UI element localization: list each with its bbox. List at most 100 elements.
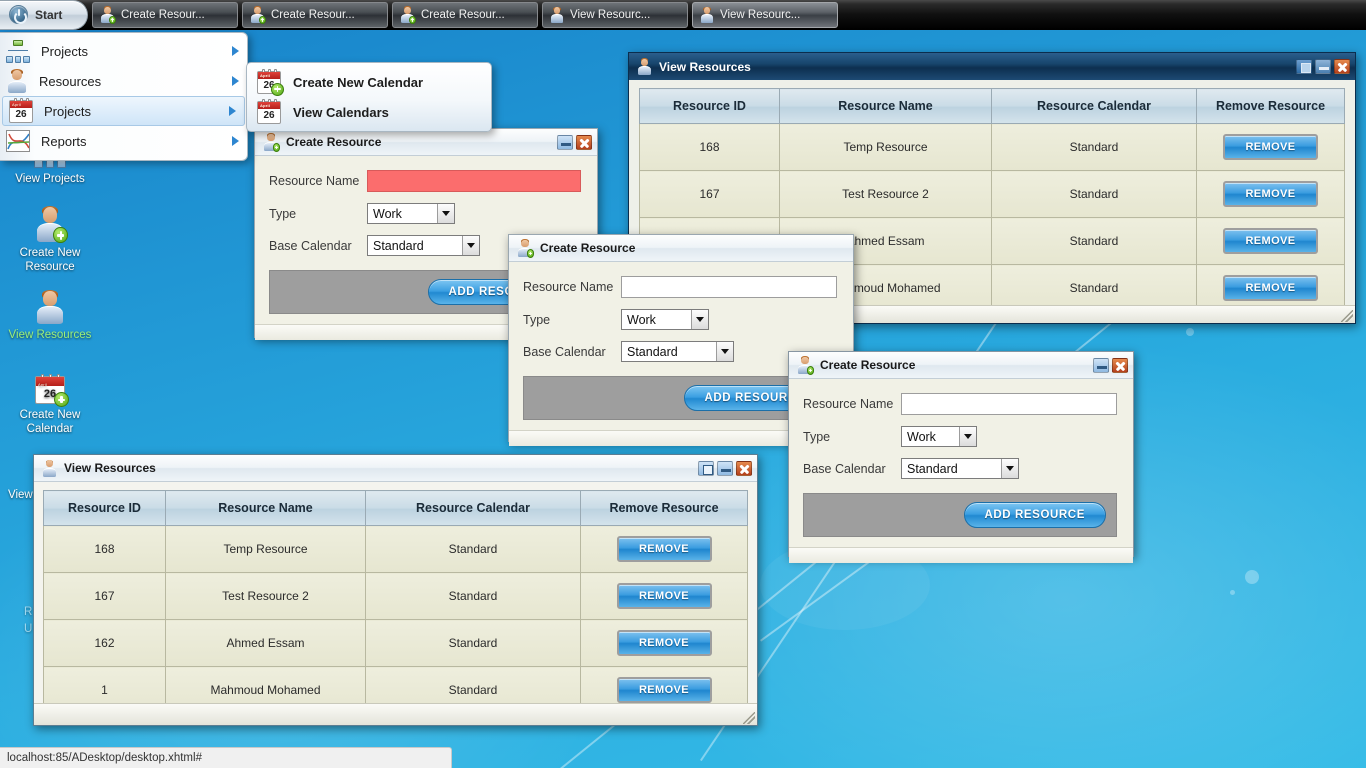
base-calendar-label: Base Calendar <box>269 238 352 253</box>
browser-status-bar: localhost:85/ADesktop/desktop.xhtml# <box>0 747 452 768</box>
window-view-resources-bottom[interactable]: View Resources Resource ID Resource Name… <box>33 454 758 726</box>
window-controls <box>698 460 752 476</box>
desktop-icon-partial-ru[interactable]: R U <box>2 570 36 672</box>
minimize-button[interactable] <box>1315 59 1331 74</box>
restore-button[interactable] <box>1296 59 1312 74</box>
taskbar-item-view-resources-2[interactable]: View Resourc... <box>692 1 838 28</box>
cell-remove: REMOVE <box>580 619 748 667</box>
remove-button[interactable]: REMOVE <box>1223 134 1318 160</box>
taskbar-item-create-resource-3[interactable]: Create Resour... <box>392 1 538 28</box>
cell-resource-id: 168 <box>43 525 166 573</box>
remove-button[interactable]: REMOVE <box>616 677 712 703</box>
start-menu-item-label: Projects <box>44 103 91 119</box>
org-chart-icon <box>6 39 30 63</box>
cell-resource-name: Test Resource 2 <box>779 170 992 218</box>
window-controls <box>1093 357 1128 373</box>
base-calendar-value: Standard <box>373 238 424 253</box>
cell-resource-calendar: Standard <box>365 572 581 620</box>
type-row: Type Work <box>803 426 1117 447</box>
table-header-row: Resource ID Resource Name Resource Calen… <box>639 88 1345 124</box>
taskbar-item-create-resource-2[interactable]: Create Resour... <box>242 1 388 28</box>
resize-grip[interactable] <box>1341 310 1353 322</box>
titlebar[interactable]: Create Resource <box>789 352 1133 379</box>
start-button[interactable]: Start <box>0 0 88 30</box>
type-select[interactable]: Work <box>621 309 709 330</box>
chevron-down-icon[interactable] <box>437 204 454 223</box>
chevron-down-icon[interactable] <box>959 427 976 446</box>
start-menu-item-resources[interactable]: Resources <box>0 66 247 96</box>
cell-resource-name: Temp Resource <box>165 525 366 573</box>
remove-button[interactable]: REMOVE <box>1223 181 1318 207</box>
close-button[interactable] <box>736 460 752 476</box>
remove-button[interactable]: REMOVE <box>616 536 712 562</box>
chevron-down-icon[interactable] <box>462 236 479 255</box>
titlebar[interactable]: Create Resource <box>255 129 597 156</box>
start-menu-item-projects[interactable]: Projects <box>0 36 247 66</box>
resource-name-row: Resource Name <box>269 170 581 192</box>
base-calendar-select[interactable]: Standard <box>901 458 1019 479</box>
minimize-button[interactable] <box>1093 357 1109 373</box>
taskbar-item-label: Create Resour... <box>271 8 355 21</box>
cell-remove: REMOVE <box>580 525 748 573</box>
resource-name-label: Resource Name <box>523 280 614 294</box>
window-create-resource-front[interactable]: Create Resource Resource Name Type Work … <box>788 351 1134 563</box>
titlebar[interactable]: View Resources <box>629 53 1355 80</box>
cell-resource-id: 167 <box>43 572 166 620</box>
chevron-right-icon <box>229 106 236 116</box>
remove-button[interactable]: REMOVE <box>1223 228 1318 254</box>
start-menu-item-reports[interactable]: Reports <box>0 126 247 156</box>
view-resource-icon <box>550 6 564 23</box>
add-resource-button[interactable]: ADD RESOURCE <box>963 502 1106 528</box>
titlebar[interactable]: View Resources <box>34 455 757 482</box>
column-header: Remove Resource <box>1196 88 1345 124</box>
cell-remove: REMOVE <box>580 572 748 620</box>
form-footer: ADD RESOURCE <box>803 493 1117 537</box>
close-button[interactable] <box>576 134 592 150</box>
desktop-icon-view-resources[interactable]: View Resources <box>2 282 98 342</box>
base-calendar-select[interactable]: Standard <box>621 341 734 362</box>
submenu-item-view-calendars[interactable]: April 26 View Calendars <box>247 97 491 127</box>
window-title: Create Resource <box>286 135 382 149</box>
restore-button[interactable] <box>698 460 714 476</box>
base-calendar-select[interactable]: Standard <box>367 235 480 256</box>
window-body: Resource ID Resource Name Resource Calen… <box>34 482 757 718</box>
submenu-item-create-new-calendar[interactable]: April 26 Create New Calendar <box>247 67 491 97</box>
close-button[interactable] <box>1112 357 1128 373</box>
create-resource-icon <box>400 6 416 24</box>
type-select[interactable]: Work <box>367 203 455 224</box>
desktop-icon-create-new-resource[interactable]: Create New Resource <box>2 200 98 274</box>
resource-name-label: Resource Name <box>803 397 894 411</box>
base-calendar-value: Standard <box>907 461 958 476</box>
minimize-button[interactable] <box>717 460 733 476</box>
column-header: Resource ID <box>639 88 780 124</box>
desktop-icon-label: Create New Resource <box>19 247 81 273</box>
cell-remove: REMOVE <box>1196 217 1345 265</box>
taskbar-item-view-resources-1[interactable]: View Resourc... <box>542 1 688 28</box>
close-button[interactable] <box>1334 59 1350 74</box>
remove-button[interactable]: REMOVE <box>616 583 712 609</box>
start-menu-item-calendars[interactable]: April 26 Projects <box>2 96 245 126</box>
chevron-down-icon[interactable] <box>1001 459 1018 478</box>
resource-name-input[interactable] <box>901 393 1117 415</box>
minimize-button[interactable] <box>557 134 573 150</box>
resource-name-input[interactable] <box>367 170 581 192</box>
calendar-add-icon: April 26 <box>2 362 98 407</box>
cell-resource-calendar: Standard <box>991 170 1197 218</box>
desktop-icon-create-new-calendar[interactable]: April 26 Create New Calendar <box>2 362 98 436</box>
submenu-item-label: View Calendars <box>293 104 389 120</box>
chevron-down-icon[interactable] <box>691 310 708 329</box>
titlebar[interactable]: Create Resource <box>509 235 853 262</box>
taskbar-item-create-resource-1[interactable]: Create Resour... <box>92 1 238 28</box>
type-select[interactable]: Work <box>901 426 977 447</box>
remove-button[interactable]: REMOVE <box>1223 275 1318 301</box>
column-header: Resource ID <box>43 490 166 526</box>
resource-name-input[interactable] <box>621 276 837 298</box>
chevron-down-icon[interactable] <box>716 342 733 361</box>
table-row: 162 Ahmed Essam Standard REMOVE <box>43 619 748 667</box>
cell-resource-calendar: Standard <box>365 525 581 573</box>
base-calendar-label: Base Calendar <box>523 344 606 359</box>
resize-grip[interactable] <box>743 712 755 724</box>
window-title: View Resources <box>64 461 156 475</box>
type-row: Type Work <box>269 203 581 224</box>
remove-button[interactable]: REMOVE <box>616 630 712 656</box>
